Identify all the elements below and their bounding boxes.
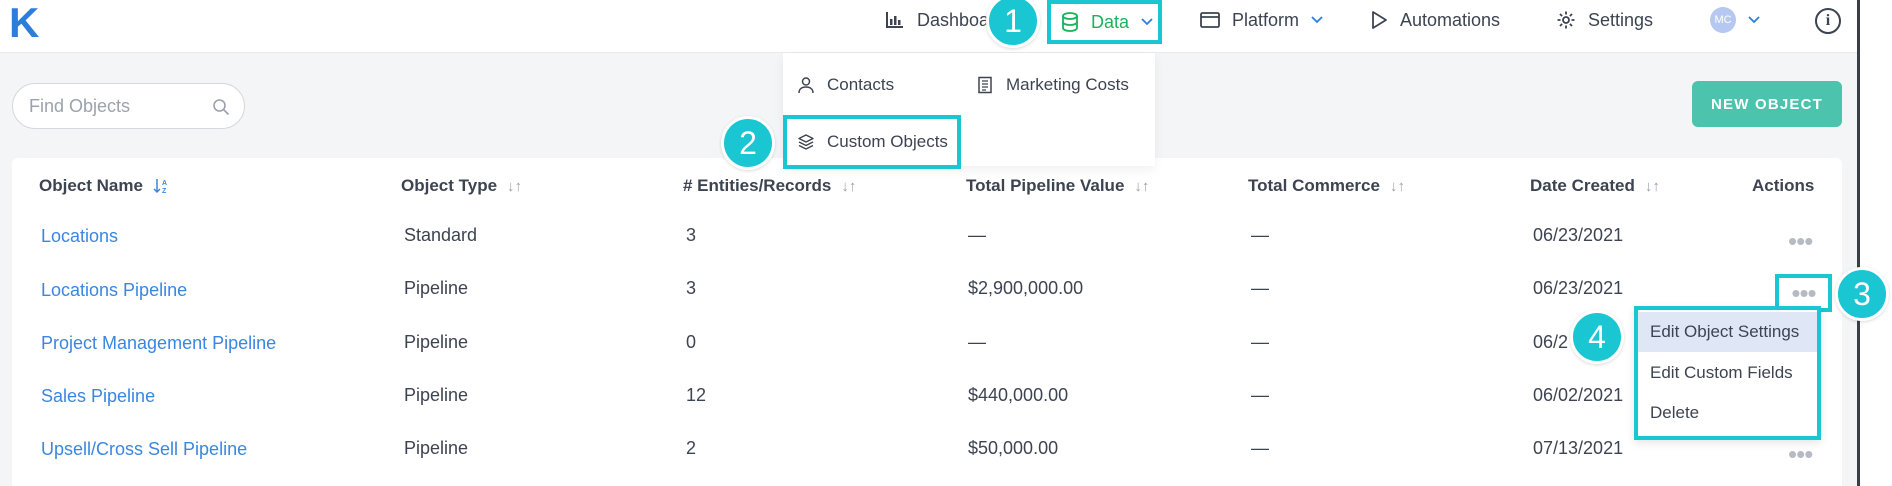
search-input[interactable] xyxy=(29,96,209,117)
pipeline-value: — xyxy=(968,332,986,352)
nav-data-label: Data xyxy=(1091,11,1130,32)
column-header-pipeline-value[interactable]: Total Pipeline Value ↓↑ xyxy=(966,176,1149,196)
total-commerce: — xyxy=(1251,278,1269,298)
total-commerce: — xyxy=(1251,438,1269,458)
user-menu[interactable]: MC xyxy=(1710,6,1760,34)
object-name-link[interactable]: Locations Pipeline xyxy=(41,280,187,301)
window-edge xyxy=(1857,0,1892,486)
column-header-label: Actions xyxy=(1752,176,1815,195)
column-header-label: Total Pipeline Value xyxy=(966,176,1125,195)
nav-settings[interactable]: Settings xyxy=(1556,6,1653,34)
objects-table xyxy=(12,158,1842,486)
column-header-date-created[interactable]: Date Created ↓↑ xyxy=(1530,176,1660,196)
object-name-link[interactable]: Upsell/Cross Sell Pipeline xyxy=(41,439,247,460)
date-created: 06/02/2021 xyxy=(1533,385,1624,405)
logo[interactable]: K xyxy=(9,2,39,44)
sort-icon: ↓↑ xyxy=(1134,177,1150,195)
search-icon[interactable] xyxy=(212,98,230,116)
records-count: 2 xyxy=(686,438,697,458)
bar-chart-icon xyxy=(886,12,903,28)
column-header-records[interactable]: # Entities/Records ↓↑ xyxy=(683,176,856,196)
object-type: Pipeline xyxy=(404,332,469,352)
nav-platform-label: Platform xyxy=(1232,9,1300,30)
column-header-label: Object Name xyxy=(39,176,143,195)
object-type: Pipeline xyxy=(404,438,469,458)
total-commerce: — xyxy=(1251,225,1269,245)
nav-automations-label: Automations xyxy=(1400,9,1501,30)
menu-item-label: Custom Objects xyxy=(827,132,948,151)
records-count: 0 xyxy=(686,332,697,352)
column-header-label: Total Commerce xyxy=(1248,176,1380,195)
sort-icon: ↓↑ xyxy=(1644,177,1660,195)
chevron-down-icon xyxy=(1141,18,1153,26)
nav-settings-label: Settings xyxy=(1588,9,1654,30)
menu-item-contacts[interactable]: Contacts xyxy=(797,75,894,95)
pipeline-value: $440,000.00 xyxy=(968,385,1069,405)
nav-data[interactable]: Data xyxy=(1047,0,1162,44)
column-header-total-commerce[interactable]: Total Commerce ↓↑ xyxy=(1248,176,1405,196)
info-icon[interactable]: i xyxy=(1815,8,1841,34)
sort-icon: ↓↑ xyxy=(507,177,523,195)
date-created: 07/13/2021 xyxy=(1533,438,1624,458)
date-created: 06/2 xyxy=(1533,332,1569,352)
menu-item-label: Contacts xyxy=(827,75,895,94)
row-actions-button[interactable]: ••• xyxy=(1788,441,1813,467)
column-header-label: Object Type xyxy=(401,176,498,195)
object-type: Pipeline xyxy=(404,278,469,298)
object-type: Pipeline xyxy=(404,385,469,405)
total-commerce: — xyxy=(1251,385,1269,405)
top-navigation-bar: K Dashboards Data Platform Automations S… xyxy=(0,0,1857,53)
chevron-down-icon xyxy=(1748,16,1760,24)
gear-icon xyxy=(1557,11,1575,29)
layers-icon xyxy=(798,134,814,150)
database-icon xyxy=(1062,12,1078,32)
play-icon xyxy=(1372,11,1387,29)
window-icon xyxy=(1200,12,1220,28)
records-count: 3 xyxy=(686,225,697,245)
menu-item-label: Marketing Costs xyxy=(1006,75,1129,94)
sort-icon: ↓↑ xyxy=(1389,177,1405,195)
chevron-down-icon xyxy=(1311,16,1323,24)
nav-automations[interactable]: Automations xyxy=(1370,6,1500,34)
pipeline-value: — xyxy=(968,225,986,245)
svg-text:Z: Z xyxy=(162,188,167,194)
object-name-link[interactable]: Locations xyxy=(41,226,118,247)
step-badge-2: 2 xyxy=(721,116,775,170)
action-delete[interactable]: Delete xyxy=(1638,393,1817,433)
step-badge-4: 4 xyxy=(1570,310,1624,364)
action-edit-object-settings[interactable]: Edit Object Settings xyxy=(1638,312,1817,352)
sort-az-icon: AZ xyxy=(153,179,167,194)
document-icon xyxy=(978,76,992,94)
column-header-object-type[interactable]: Object Type ↓↑ xyxy=(401,176,522,196)
row-actions-button[interactable]: ••• xyxy=(1788,228,1813,254)
row-actions-menu: Edit Object Settings Edit Custom Fields … xyxy=(1634,306,1821,440)
object-type: Standard xyxy=(404,225,478,245)
step-badge-3: 3 xyxy=(1835,267,1889,321)
pipeline-value: $2,900,000.00 xyxy=(968,278,1084,298)
column-header-actions: Actions xyxy=(1752,176,1814,196)
new-object-button[interactable]: NEW OBJECT xyxy=(1692,81,1842,127)
pipeline-value: $50,000.00 xyxy=(968,438,1059,458)
action-edit-custom-fields[interactable]: Edit Custom Fields xyxy=(1638,353,1817,393)
date-created: 06/23/2021 xyxy=(1533,225,1624,245)
avatar: MC xyxy=(1710,7,1736,33)
svg-text:A: A xyxy=(162,180,167,187)
nav-platform[interactable]: Platform xyxy=(1200,6,1323,34)
object-name-link[interactable]: Sales Pipeline xyxy=(41,386,155,407)
records-count: 12 xyxy=(686,385,707,405)
records-count: 3 xyxy=(686,278,697,298)
sort-icon: ↓↑ xyxy=(841,177,857,195)
column-header-object-name[interactable]: Object Name AZ xyxy=(39,176,169,196)
column-header-label: # Entities/Records xyxy=(683,176,832,195)
menu-item-marketing-costs[interactable]: Marketing Costs xyxy=(976,75,1129,95)
search-box[interactable] xyxy=(12,83,245,129)
menu-item-custom-objects[interactable]: Custom Objects xyxy=(783,115,961,169)
column-header-label: Date Created xyxy=(1530,176,1635,195)
more-icon: ••• xyxy=(1791,278,1816,308)
person-icon xyxy=(798,77,814,94)
date-created: 06/23/2021 xyxy=(1533,278,1624,298)
total-commerce: — xyxy=(1251,332,1269,352)
object-name-link[interactable]: Project Management Pipeline xyxy=(41,333,276,354)
